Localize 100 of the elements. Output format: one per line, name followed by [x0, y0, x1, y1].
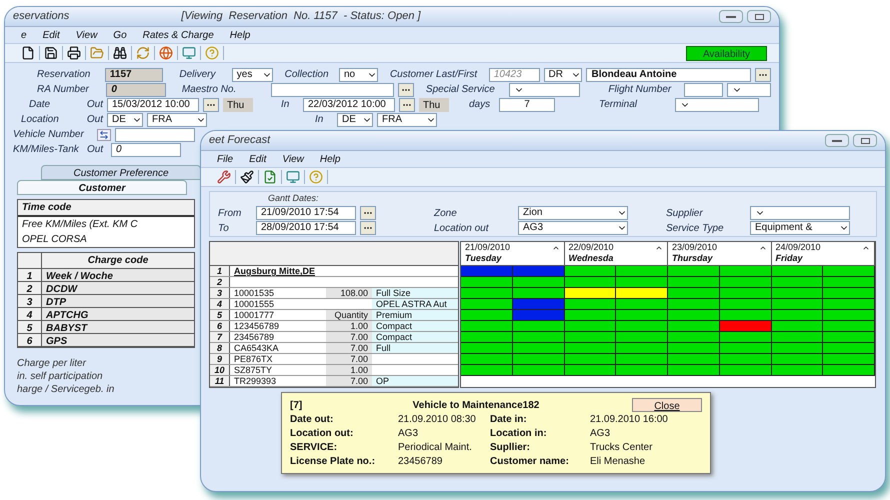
gantt-bar[interactable] [461, 288, 513, 299]
input-field[interactable]: 22/03/2012 10:00 [303, 98, 395, 112]
gantt-bar[interactable] [668, 343, 720, 354]
gantt-bar[interactable] [668, 332, 720, 343]
gantt-bar[interactable] [616, 332, 668, 343]
input-field[interactable] [684, 82, 724, 96]
save-icon[interactable] [44, 46, 58, 60]
gantt-bar[interactable] [720, 288, 772, 299]
gantt-bar[interactable] [823, 310, 875, 321]
gantt-bar[interactable] [823, 332, 875, 343]
gantt-bar[interactable] [512, 288, 564, 299]
folder-icon[interactable] [90, 46, 104, 60]
gantt-bar[interactable] [616, 266, 668, 277]
dropdown-field[interactable]: DE [337, 112, 373, 126]
gantt-bar[interactable] [720, 354, 772, 365]
gantt-bar[interactable] [823, 343, 875, 354]
input-field[interactable]: Blondeau Antoine [586, 68, 752, 82]
gantt-bar[interactable] [772, 299, 824, 310]
gantt-bar[interactable] [772, 277, 824, 288]
minimize-button[interactable] [719, 10, 743, 23]
gantt-bar[interactable] [461, 321, 513, 332]
input-field[interactable]: 10423 [488, 68, 540, 82]
dropdown-field[interactable]: AG3 [518, 221, 628, 236]
gantt-bar[interactable] [616, 299, 668, 310]
gantt-bar[interactable] [772, 332, 824, 343]
globe-icon[interactable] [159, 46, 173, 60]
gantt-bar[interactable] [668, 299, 720, 310]
gantt-bar[interactable] [720, 299, 772, 310]
input-field[interactable] [271, 82, 394, 96]
gantt-bar[interactable] [668, 354, 720, 365]
gantt-bar[interactable] [564, 310, 616, 321]
gantt-bar[interactable] [461, 299, 513, 310]
gantt-bar[interactable] [720, 365, 772, 376]
input-field[interactable]: 28/09/2010 17:54 [256, 221, 356, 236]
input-field[interactable]: 21/09/2010 17:54 [256, 206, 356, 220]
input-field[interactable]: 1157 [104, 68, 164, 82]
browse-button[interactable] [399, 98, 415, 112]
gantt-bar[interactable] [823, 266, 875, 277]
gantt-bar[interactable] [461, 310, 513, 321]
browse-button[interactable] [360, 206, 376, 220]
menu-item[interactable]: Edit [42, 28, 60, 42]
gantt-bar[interactable] [772, 288, 824, 299]
wrench-icon[interactable] [217, 170, 231, 184]
gantt-bar[interactable] [461, 277, 513, 288]
dropdown-field[interactable] [727, 82, 771, 96]
input-field[interactable]: 0 [111, 142, 181, 156]
menu-item[interactable]: View [282, 152, 304, 166]
gantt-bar[interactable] [720, 310, 772, 321]
browse-button[interactable] [203, 98, 219, 112]
menu-item[interactable]: Go [113, 28, 127, 42]
browse-button[interactable] [360, 221, 376, 236]
gantt-bar[interactable] [668, 277, 720, 288]
monitor-icon[interactable] [286, 170, 300, 184]
browse-button[interactable] [755, 68, 771, 82]
dropdown-field[interactable]: DR [544, 68, 582, 82]
gantt-bar[interactable] [720, 343, 772, 354]
dropdown-field[interactable] [750, 206, 850, 220]
binoculars-icon[interactable] [113, 46, 127, 60]
gantt-bar[interactable] [823, 354, 875, 365]
gantt-bar[interactable] [461, 354, 513, 365]
menu-item[interactable]: Edit [249, 152, 266, 166]
input-field[interactable]: 7 [499, 98, 555, 112]
dropdown-field[interactable]: DE [107, 112, 143, 126]
tab[interactable]: Customer Preference [41, 165, 201, 180]
dropdown-field[interactable] [675, 98, 759, 112]
gantt-bar[interactable] [512, 365, 564, 376]
gantt-bar[interactable] [616, 277, 668, 288]
browse-button[interactable] [398, 82, 414, 96]
gantt-bar[interactable] [616, 354, 668, 365]
input-field[interactable]: 0 [106, 82, 166, 96]
dropdown-field[interactable] [509, 82, 580, 96]
input-field[interactable]: 15/03/2012 10:00 [107, 98, 199, 112]
gantt-bar[interactable] [616, 310, 668, 321]
gantt-bar[interactable] [823, 277, 875, 288]
gantt-bar[interactable] [616, 343, 668, 354]
gantt-bar[interactable] [720, 277, 772, 288]
gantt-bar[interactable] [823, 365, 875, 376]
gantt-bar[interactable] [668, 266, 720, 277]
menu-item[interactable]: Rates & Charge [142, 28, 214, 42]
availability-button[interactable]: Availability [686, 46, 767, 60]
gantt-bar[interactable] [668, 288, 720, 299]
gantt-bar[interactable] [720, 266, 772, 277]
gantt-bar[interactable] [616, 365, 668, 376]
dropdown-field[interactable]: FRA [147, 112, 207, 126]
gantt-bar[interactable] [512, 321, 564, 332]
gantt-bar[interactable] [616, 288, 668, 299]
gantt-bar[interactable] [564, 343, 616, 354]
gantt-bar[interactable] [461, 343, 513, 354]
document-check-icon[interactable] [263, 170, 277, 184]
gantt-bar[interactable] [668, 321, 720, 332]
gantt-bar[interactable] [564, 354, 616, 365]
dropdown-field[interactable]: no [339, 68, 378, 82]
menu-item[interactable]: View [76, 28, 98, 42]
gantt-bar[interactable] [823, 288, 875, 299]
gantt-bar[interactable] [512, 343, 564, 354]
gantt-bar[interactable] [772, 310, 824, 321]
gantt-bar[interactable] [823, 321, 875, 332]
gantt-bar[interactable] [720, 332, 772, 343]
gantt-bar[interactable] [564, 332, 616, 343]
minimize-button[interactable] [825, 134, 849, 147]
